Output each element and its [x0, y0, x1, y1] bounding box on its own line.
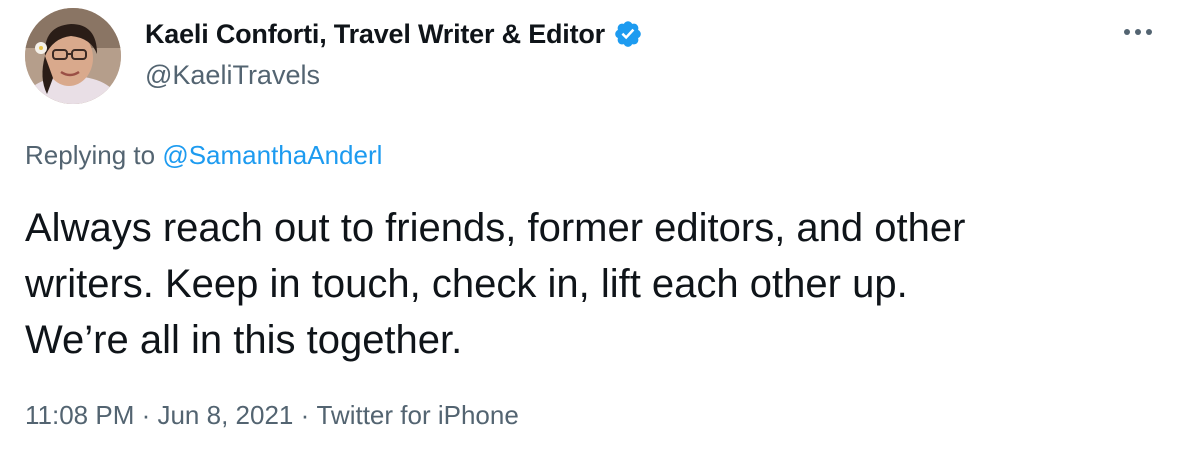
reply-mention-link[interactable]: @SamanthaAnderl — [162, 140, 382, 170]
meta-separator: · — [293, 400, 317, 430]
author-info: Kaeli Conforti, Travel Writer & Editor @… — [145, 16, 643, 91]
tweet-time[interactable]: 11:08 PM — [25, 400, 134, 431]
tweet-meta: 11:08 PM · Jun 8, 2021 · Twitter for iPh… — [25, 400, 519, 431]
more-horizontal-icon — [1124, 29, 1152, 35]
tweet-date[interactable]: Jun 8, 2021 — [157, 400, 293, 431]
replying-to: Replying to @SamanthaAnderl — [25, 140, 382, 171]
meta-separator: · — [134, 400, 158, 430]
more-options-button[interactable] — [1120, 18, 1156, 46]
author-display-name[interactable]: Kaeli Conforti, Travel Writer & Editor — [145, 19, 605, 50]
verified-badge-icon — [613, 19, 643, 49]
avatar-photo — [25, 8, 121, 104]
author-handle[interactable]: @KaeliTravels — [145, 60, 643, 91]
author-avatar[interactable] — [25, 8, 121, 104]
tweet-card: Kaeli Conforti, Travel Writer & Editor @… — [0, 0, 1184, 454]
tweet-text: Always reach out to friends, former edit… — [25, 206, 966, 362]
replying-prefix: Replying to — [25, 140, 163, 170]
author-name-row: Kaeli Conforti, Travel Writer & Editor — [145, 16, 643, 52]
tweet-source[interactable]: Twitter for iPhone — [316, 400, 518, 431]
